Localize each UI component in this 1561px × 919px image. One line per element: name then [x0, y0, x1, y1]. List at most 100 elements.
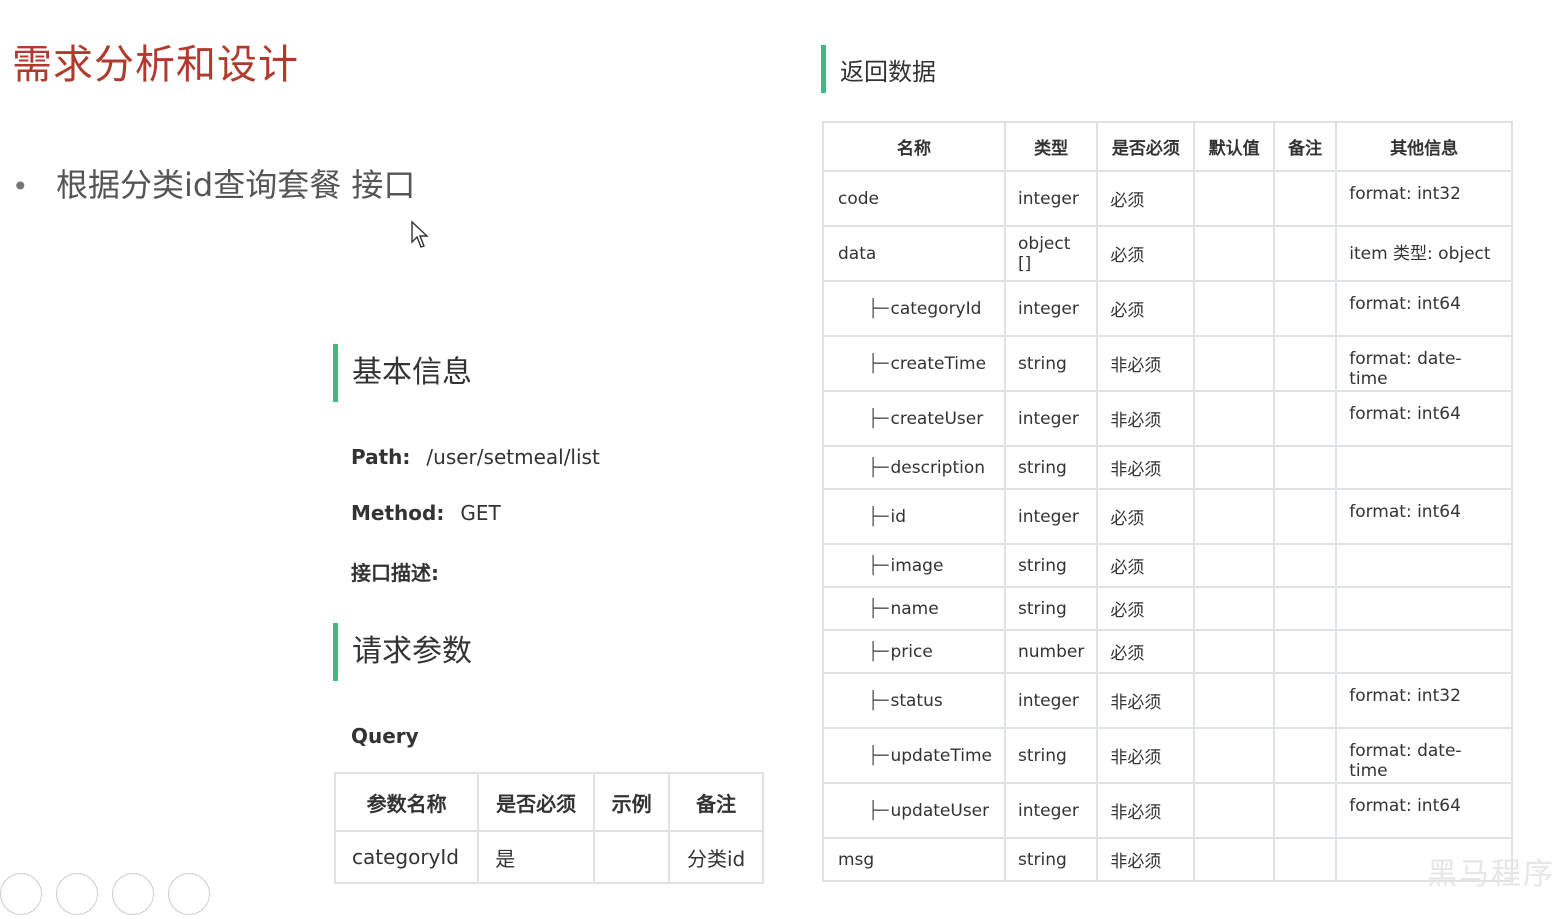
field-other: format: date-time: [1335, 335, 1513, 392]
field-default: [1193, 335, 1275, 392]
field-name: ├─ id: [822, 488, 1006, 545]
field-type: string: [1003, 586, 1099, 631]
resp-col-default: 默认值: [1193, 121, 1275, 172]
nav-dot[interactable]: [56, 873, 98, 915]
field-name-text: image: [890, 555, 944, 576]
field-note: [1272, 225, 1338, 282]
table-row: ├─ createUser integer 非必须 format: int64: [822, 390, 1513, 447]
resp-col-type: 类型: [1003, 121, 1099, 172]
field-name: ├─ createTime: [822, 335, 1006, 392]
field-type: string: [1003, 445, 1099, 490]
field-required: 非必须: [1096, 727, 1196, 784]
field-type: string: [1003, 727, 1099, 784]
query-label: Query: [351, 724, 419, 748]
field-type: string: [1003, 543, 1099, 588]
method-row: Method: GET: [351, 501, 501, 525]
table-row: data object [] 必须 item 类型: object: [822, 225, 1513, 282]
query-table-header: 参数名称 是否必须 示例 备注: [333, 772, 764, 832]
field-default: [1193, 445, 1275, 490]
nav-dot[interactable]: [112, 873, 154, 915]
table-row: ├─ image string 必须: [822, 543, 1513, 588]
tree-branch-icon: ├─: [868, 745, 889, 766]
field-required: 非必须: [1096, 390, 1196, 447]
field-other: [1335, 543, 1513, 588]
method-value: GET: [460, 501, 501, 525]
field-name-text: updateTime: [890, 745, 992, 766]
field-name: ├─ updateUser: [822, 782, 1006, 839]
field-other: format: int32: [1335, 672, 1513, 729]
field-type: integer: [1003, 280, 1099, 337]
response-data-table: 名称 类型 是否必须 默认值 备注 其他信息 code integer 必须 form…: [822, 121, 1513, 882]
description-row: 接口描述:: [351, 557, 455, 586]
field-name: ├─ description: [822, 445, 1006, 490]
table-row: ├─ categoryId integer 必须 format: int64: [822, 280, 1513, 337]
field-name-text: msg: [838, 849, 875, 870]
path-label: Path:: [351, 445, 411, 469]
watermark: 黑马程序: [1427, 857, 1555, 892]
field-other: format: int64: [1335, 488, 1513, 545]
tree-branch-icon: ├─: [868, 641, 889, 662]
field-type: number: [1003, 629, 1099, 674]
tree-branch-icon: ├─: [868, 555, 889, 576]
query-col-required: 是否必须: [477, 772, 596, 832]
table-row: code integer 必须 format: int32: [822, 170, 1513, 227]
table-row: ├─ updateTime string 非必须 format: date-time: [822, 727, 1513, 784]
field-other: item 类型: object: [1335, 225, 1513, 282]
tree-branch-icon: ├─: [868, 457, 889, 478]
table-row: ├─ name string 必须: [822, 586, 1513, 631]
nav-dot[interactable]: [168, 873, 210, 915]
field-default: [1193, 225, 1275, 282]
table-row: ├─ price number 必须: [822, 629, 1513, 674]
field-required: 必须: [1096, 280, 1196, 337]
response-data-heading: 返回数据: [821, 45, 936, 93]
query-col-note: 备注: [668, 772, 764, 832]
field-name-text: data: [838, 243, 877, 264]
path-value: /user/setmeal/list: [426, 445, 600, 469]
nav-dot[interactable]: [0, 873, 42, 915]
field-note: [1272, 488, 1338, 545]
table-row: ├─ description string 非必须: [822, 445, 1513, 490]
field-name: ├─ name: [822, 586, 1006, 631]
field-default: [1193, 782, 1275, 839]
field-required: 必须: [1096, 586, 1196, 631]
response-table-header: 名称 类型 是否必须 默认值 备注 其他信息: [822, 121, 1513, 172]
resp-col-other: 其他信息: [1335, 121, 1513, 172]
table-row: ├─ createTime string 非必须 format: date-time: [822, 335, 1513, 392]
field-name: ├─ categoryId: [822, 280, 1006, 337]
field-name-text: status: [890, 690, 943, 711]
field-note: [1272, 782, 1338, 839]
tree-branch-icon: ├─: [868, 506, 889, 527]
field-type: integer: [1003, 672, 1099, 729]
field-note: [1272, 837, 1338, 882]
field-default: [1193, 837, 1275, 882]
field-default: [1193, 543, 1275, 588]
tree-branch-icon: ├─: [868, 408, 889, 429]
field-name: ├─ updateTime: [822, 727, 1006, 784]
path-row: Path: /user/setmeal/list: [351, 445, 600, 469]
query-col-name: 参数名称: [333, 772, 480, 832]
field-type: integer: [1003, 390, 1099, 447]
field-note: [1272, 672, 1338, 729]
field-required: 必须: [1096, 225, 1196, 282]
field-default: [1193, 727, 1275, 784]
table-row: msg string 非必须: [822, 837, 1513, 882]
field-default: [1193, 170, 1275, 227]
field-note: [1272, 727, 1338, 784]
field-required: 必须: [1096, 543, 1196, 588]
field-other: format: date-time: [1335, 727, 1513, 784]
field-default: [1193, 586, 1275, 631]
tree-branch-icon: ├─: [868, 598, 889, 619]
field-other: [1335, 629, 1513, 674]
bullet-text: 根据分类id查询套餐 接口: [56, 166, 416, 204]
field-other: [1335, 586, 1513, 631]
field-type: object []: [1003, 225, 1099, 282]
field-name-text: price: [890, 641, 933, 662]
field-name: ├─ status: [822, 672, 1006, 729]
field-required: 非必须: [1096, 335, 1196, 392]
field-note: [1272, 335, 1338, 392]
resp-col-name: 名称: [822, 121, 1006, 172]
table-row: ├─ updateUser integer 非必须 format: int64: [822, 782, 1513, 839]
field-required: 非必须: [1096, 445, 1196, 490]
query-param-note: 分类id: [668, 830, 764, 884]
field-note: [1272, 280, 1338, 337]
